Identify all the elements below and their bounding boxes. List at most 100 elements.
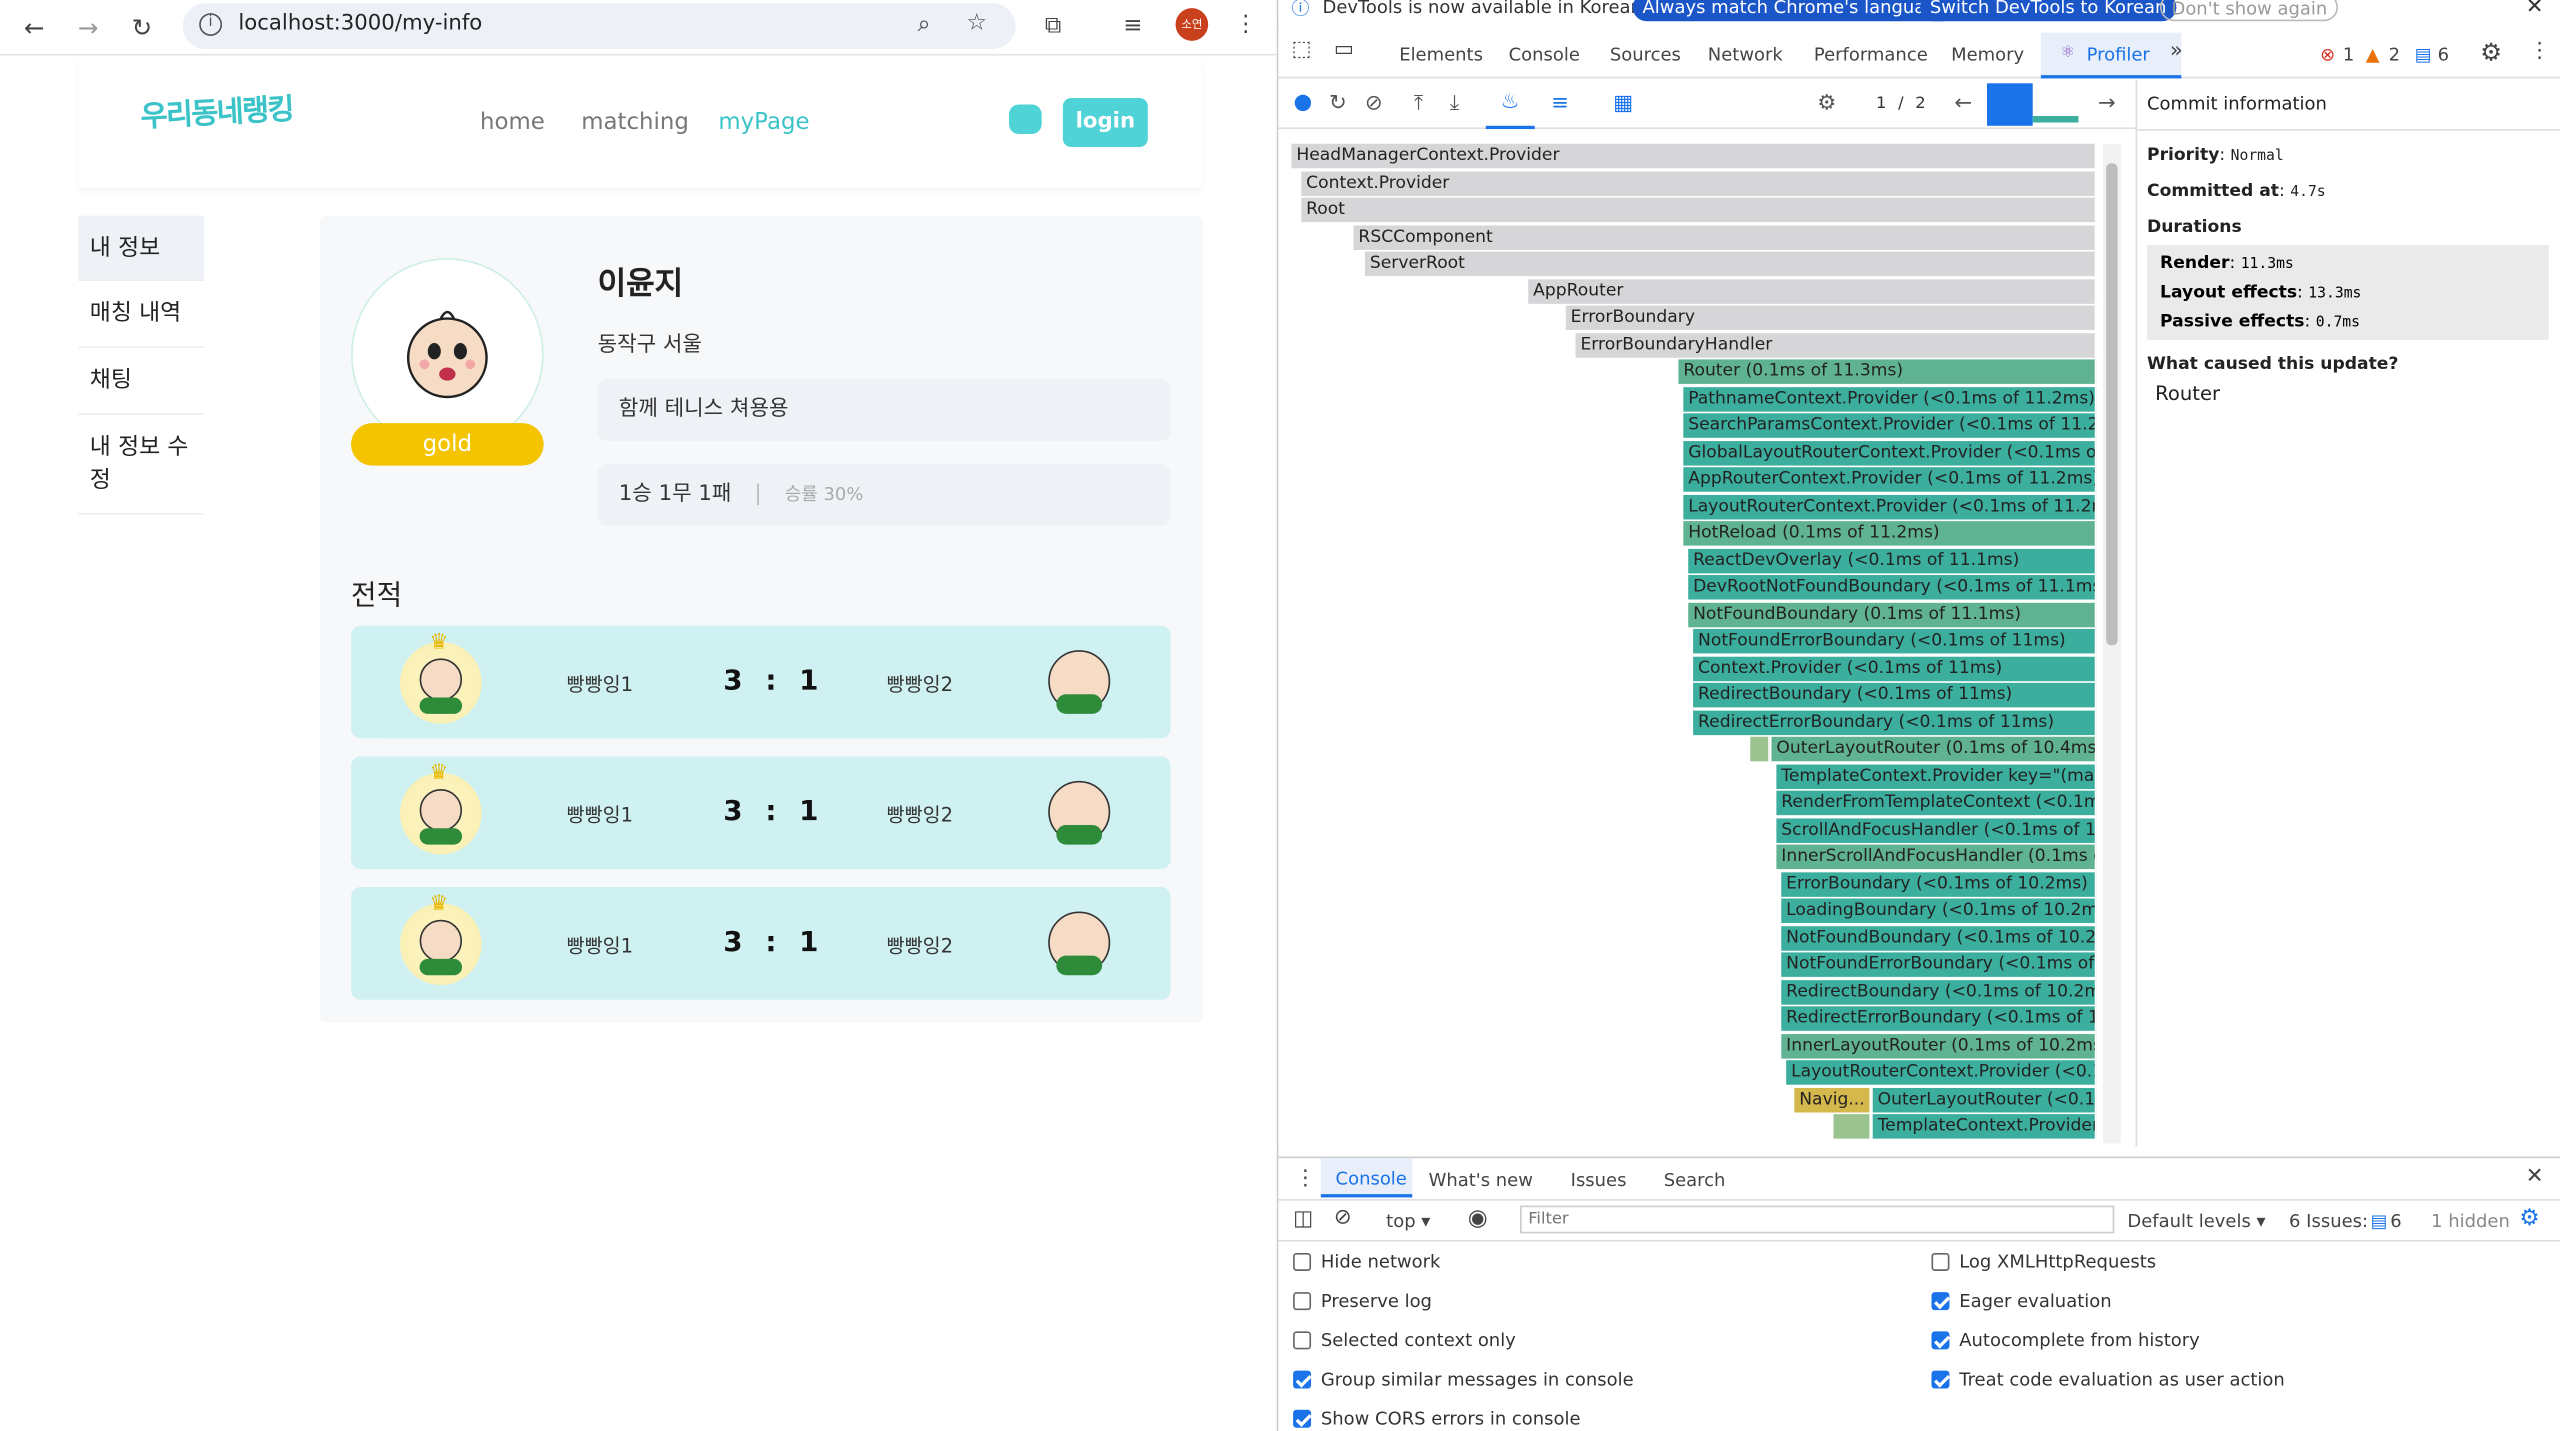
flame-node[interactable]: InnerScrollAndFocusHandler (0.1ms of ... (1776, 844, 2097, 870)
flame-node[interactable]: ReactDevOverlay (<0.1ms of 11.1ms) (1688, 548, 2097, 574)
flame-node[interactable]: HotReload (0.1ms of 11.2ms) (1683, 521, 2097, 546)
tab-network[interactable]: Network (1708, 44, 1783, 65)
tab-console[interactable]: Console (1509, 44, 1580, 65)
drawer-close-icon[interactable]: ✕ (2526, 1165, 2544, 1190)
tab-profiler[interactable]: ⚛ Profiler (2040, 32, 2182, 79)
flame-node[interactable]: AppRouterContext.Provider (<0.1ms of 11.… (1683, 467, 2097, 492)
warning-icon[interactable]: ▲ (2366, 44, 2380, 65)
nav-mypage[interactable]: myPage (718, 109, 809, 135)
media-icon[interactable]: ≡ (1123, 13, 1142, 39)
flame-node[interactable]: Navig... (1794, 1087, 1872, 1113)
zoom-icon[interactable]: ⌕ (918, 11, 931, 37)
save-profile-icon[interactable]: ⤓ (1450, 91, 1459, 116)
tab-elements[interactable]: Elements (1399, 44, 1483, 65)
message-icon[interactable]: ▤ (2415, 44, 2432, 65)
flame-node-small[interactable] (1750, 736, 1770, 762)
dont-show-button[interactable]: Don't show again (2160, 0, 2339, 22)
flame-node[interactable]: ServerRoot (1364, 251, 2097, 277)
console-filter-input[interactable] (1520, 1205, 2115, 1234)
option-eager-eval[interactable]: Eager evaluation (1931, 1291, 2112, 1312)
ranked-chart-icon[interactable]: ≡ (1551, 91, 1569, 116)
load-profile-icon[interactable]: ⤒ (1414, 91, 1423, 116)
flame-node[interactable]: AppRouter (1528, 279, 2097, 304)
sidebar-item-my-info[interactable]: 내 정보 (78, 215, 205, 281)
commit-bar-selected[interactable] (1986, 83, 2033, 126)
option-user-action[interactable]: Treat code evaluation as user action (1931, 1369, 2285, 1390)
flame-node[interactable]: NotFoundErrorBoundary (<0.1ms of 11ms) (1693, 628, 2097, 654)
close-icon[interactable]: ✕ (2526, 0, 2544, 20)
flame-node[interactable]: RedirectBoundary (<0.1ms of 11ms) (1693, 682, 2097, 708)
site-info-icon[interactable]: i (199, 13, 223, 36)
flame-node[interactable]: PathnameContext.Provider (<0.1ms of 11.2… (1683, 387, 2097, 412)
option-hide-network[interactable]: Hide network (1293, 1251, 1440, 1273)
checkbox[interactable] (1293, 1252, 1312, 1271)
next-commit-icon[interactable]: → (2098, 91, 2116, 116)
flame-node[interactable]: ErrorBoundary (1565, 305, 2097, 330)
sidebar-toggle-icon[interactable]: ◫ (1293, 1207, 1313, 1232)
flame-node[interactable]: ErrorBoundary (<0.1ms of 10.2ms) (1781, 872, 2097, 897)
option-preserve-log[interactable]: Preserve log (1293, 1291, 1432, 1312)
flame-node[interactable]: TemplateContext.Provider ... (1872, 1114, 2097, 1139)
flame-node-small[interactable] (1833, 1114, 1872, 1139)
tab-performance[interactable]: Performance (1814, 44, 1928, 65)
clear-icon[interactable]: ⊘ (1365, 91, 1383, 116)
site-logo[interactable]: 우리동네랭킹 (139, 86, 294, 136)
log-levels-dropdown[interactable]: Default levels ▾ (2127, 1210, 2265, 1231)
commit-bar[interactable] (2032, 115, 2079, 123)
match-language-button[interactable]: Always match Chrome's language (1632, 0, 1958, 22)
flame-node[interactable]: RedirectErrorBoundary (<0.1ms of 11ms) (1693, 710, 2097, 736)
flame-node[interactable]: Context.Provider (1301, 171, 2097, 197)
context-select[interactable]: top ▾ (1386, 1210, 1430, 1231)
checkbox[interactable] (1293, 1370, 1312, 1389)
extensions-icon[interactable]: ⧉ (1045, 13, 1061, 39)
reload-profile-icon[interactable]: ↻ (1329, 91, 1347, 116)
flame-node[interactable]: LoadingBoundary (<0.1ms of 10.2ms) (1781, 898, 2097, 923)
match-row[interactable]: ♛ 빵빵잉1 3 : 1 빵빵잉2 (351, 625, 1171, 739)
flame-node[interactable]: TemplateContext.Provider key="(main)" (1776, 764, 2097, 790)
option-group-similar[interactable]: Group similar messages in console (1293, 1369, 1634, 1390)
flame-node[interactable]: OuterLayoutRouter (<0.1m.. (1872, 1087, 2097, 1113)
tab-memory[interactable]: Memory (1951, 44, 2024, 65)
option-log-xhr[interactable]: Log XMLHttpRequests (1931, 1251, 2156, 1273)
checkbox[interactable] (1293, 1292, 1312, 1311)
flame-node[interactable]: RedirectBoundary (<0.1ms of 10.2ms) (1781, 980, 2097, 1005)
drawer-tab-search[interactable]: Search (1664, 1170, 1726, 1191)
login-button[interactable]: login (1062, 98, 1148, 148)
inspect-icon[interactable]: ⬚ (1291, 38, 1311, 63)
bookmark-star-icon[interactable]: ☆ (967, 10, 988, 36)
checkbox[interactable] (1931, 1331, 1950, 1350)
tab-sources[interactable]: Sources (1610, 44, 1681, 65)
flame-node[interactable]: RenderFromTemplateContext (<0.1ms ... (1776, 790, 2097, 816)
flame-node[interactable]: GlobalLayoutRouterContext.Provider (<0.1… (1683, 441, 2097, 466)
menu-kebab-icon[interactable]: ⋮ (1234, 11, 1257, 37)
flame-node[interactable]: Context.Provider (<0.1ms of 11ms) (1693, 656, 2097, 682)
match-row[interactable]: ♛ 빵빵잉1 3 : 1 빵빵잉2 (351, 887, 1171, 1000)
settings-gear-icon[interactable]: ⚙ (2480, 38, 2502, 67)
url-text[interactable]: localhost:3000/my-info (238, 11, 482, 36)
checkbox[interactable] (1293, 1409, 1312, 1428)
flame-node[interactable]: NotFoundErrorBoundary (<0.1ms of 10 (1781, 952, 2097, 977)
flame-node[interactable]: LayoutRouterContext.Provider (<0.1ms of … (1683, 494, 2097, 520)
flame-node[interactable]: ScrollAndFocusHandler (<0.1ms of 10.3 (1776, 818, 2097, 843)
flame-node[interactable]: NotFoundBoundary (<0.1ms of 10.2ms (1781, 926, 2097, 951)
record-icon[interactable] (1294, 94, 1312, 112)
reload-icon[interactable]: ↻ (126, 11, 159, 44)
console-settings-icon[interactable]: ⚙ (2519, 1206, 2540, 1232)
drawer-tab-whats-new[interactable]: What's new (1429, 1170, 1533, 1191)
nav-matching[interactable]: matching (581, 109, 689, 135)
flame-node[interactable]: Root (1301, 197, 2097, 223)
flame-node[interactable]: Router (0.1ms of 11.3ms) (1678, 359, 2097, 384)
device-toolbar-icon[interactable]: ▭ (1334, 38, 1354, 63)
checkbox[interactable] (1931, 1292, 1950, 1311)
profile-avatar[interactable]: 소연 (1175, 8, 1209, 41)
live-expression-eye-icon[interactable]: ◉ (1468, 1206, 1488, 1232)
checkbox[interactable] (1293, 1331, 1312, 1350)
drawer-tab-issues[interactable]: Issues (1571, 1170, 1627, 1191)
checkbox[interactable] (1931, 1252, 1950, 1271)
match-row[interactable]: ♛ 빵빵잉1 3 : 1 빵빵잉2 (351, 756, 1171, 870)
switch-korean-button[interactable]: Switch DevTools to Korean (1920, 0, 2177, 22)
flame-node[interactable]: SearchParamsContext.Provider (<0.1ms of … (1683, 413, 2097, 438)
devtools-menu-icon[interactable]: ⋮ (2529, 39, 2550, 64)
option-cors-errors[interactable]: Show CORS errors in console (1293, 1408, 1581, 1429)
more-tabs-icon[interactable]: » (2170, 39, 2183, 64)
